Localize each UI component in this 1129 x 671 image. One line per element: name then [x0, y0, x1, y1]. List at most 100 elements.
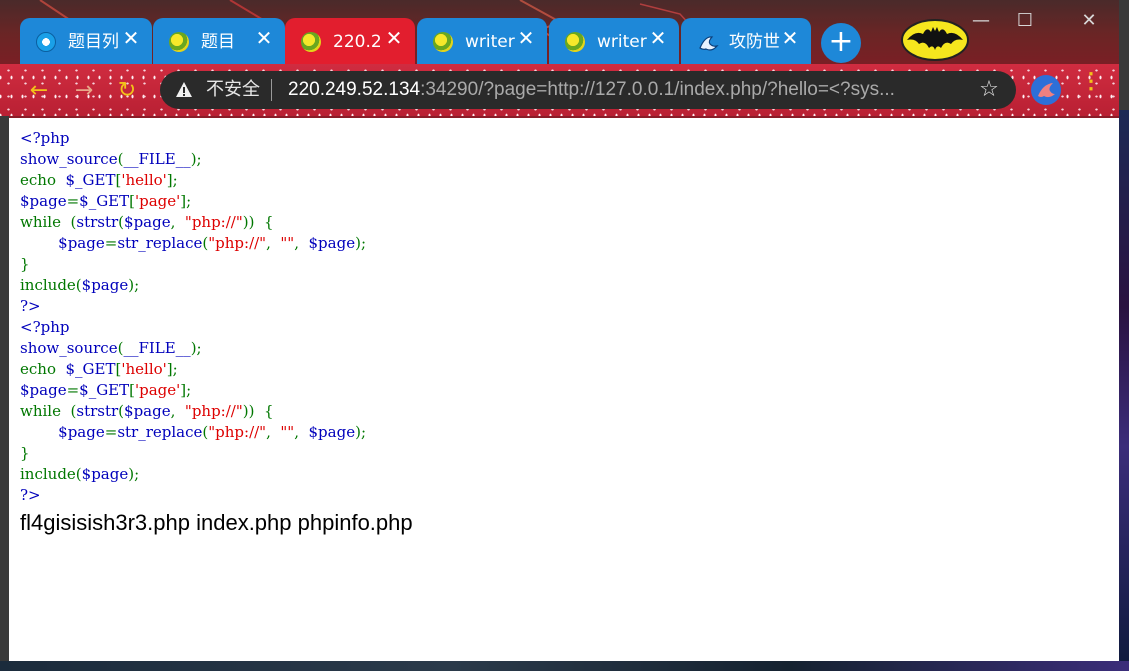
- close-icon[interactable]: ✕: [779, 28, 801, 50]
- code-token: ];: [166, 171, 178, 189]
- code-line: echo $_GET['hello'];: [20, 170, 366, 191]
- code-line: $page=str_replace("php://", "", $page);: [20, 422, 366, 443]
- close-icon[interactable]: ✕: [383, 28, 405, 50]
- code-line: ?>: [20, 485, 366, 506]
- tab-1[interactable]: 题目 ✕: [153, 18, 285, 64]
- code-token: $page: [124, 213, 171, 231]
- code-token: $page: [58, 234, 105, 252]
- code-token: );: [190, 339, 202, 357]
- close-window-button[interactable]: ✕: [1074, 8, 1104, 34]
- page-content: <?php show_source(__FILE__); echo $_GET['h…: [9, 116, 1119, 661]
- code-token: __FILE__: [123, 339, 191, 357]
- code-token: }: [20, 255, 30, 273]
- php-source-code: <?php show_source(__FILE__); echo $_GET['h…: [20, 128, 366, 506]
- code-token: $page: [81, 465, 129, 483]
- back-arrow-icon[interactable]: ←: [26, 78, 52, 104]
- code-line: }: [20, 254, 366, 275]
- code-line: show_source(__FILE__);: [20, 338, 366, 359]
- code-token: str_replace: [117, 423, 203, 441]
- code-token: );: [355, 423, 366, 441]
- address-bar[interactable]: 不安全 220.249.52.134:34290/?page=http://12…: [160, 71, 1016, 109]
- minimize-button[interactable]: —: [966, 8, 996, 34]
- browser-toolbar: ← → ↻ 不安全 220.249.52.134:34290/?page=htt…: [0, 64, 1119, 116]
- code-token: ,: [266, 234, 281, 252]
- bookmark-star-icon[interactable]: ☆: [978, 79, 1000, 101]
- tab-title: writer: [465, 32, 515, 52]
- url-path: :34290/?page=http://127.0.0.1/index.php/…: [420, 80, 895, 100]
- batman-logo-icon: [901, 19, 969, 61]
- tab-title: 题目列: [68, 32, 119, 52]
- code-token: 'hello': [121, 360, 167, 378]
- url-text[interactable]: 220.249.52.134:34290/?page=http://127.0.…: [288, 80, 964, 100]
- close-icon[interactable]: ✕: [120, 28, 142, 50]
- tab-strip: 题目列 ✕ 题目 ✕ 220.2 ✕ writer ✕ writer ✕ 攻防世…: [0, 0, 1119, 64]
- tab-title: writer: [597, 32, 647, 52]
- code-token: $_GET: [65, 360, 116, 378]
- forward-arrow-icon[interactable]: →: [71, 78, 97, 104]
- new-tab-button[interactable]: +: [821, 23, 861, 63]
- code-token: show_source: [20, 339, 118, 357]
- code-line: <?php: [20, 128, 366, 149]
- close-icon[interactable]: ✕: [647, 28, 669, 50]
- code-token: "php://": [208, 234, 267, 252]
- code-token: =: [66, 381, 80, 399]
- desktop-wallpaper-right: [1119, 110, 1129, 671]
- code-token: );: [355, 234, 366, 252]
- code-token: show_source: [20, 150, 118, 168]
- maximize-button[interactable]: ☐: [1010, 8, 1040, 34]
- security-label[interactable]: 不安全: [206, 80, 260, 100]
- extension-bird-icon[interactable]: [1031, 75, 1061, 105]
- code-token: $_GET: [79, 381, 130, 399]
- code-token: while (: [20, 213, 77, 231]
- code-line: $page=$_GET['page'];: [20, 380, 366, 401]
- code-token: ,: [294, 234, 309, 252]
- code-token: 'page': [135, 381, 181, 399]
- code-token: $page: [58, 423, 105, 441]
- blue-circle-icon: [36, 32, 56, 52]
- code-token: ?>: [20, 486, 41, 504]
- code-token: $page: [81, 276, 129, 294]
- code-token: include: [20, 276, 76, 294]
- code-token: ?>: [20, 297, 41, 315]
- close-icon[interactable]: ✕: [253, 28, 275, 50]
- code-token: ,: [170, 213, 185, 231]
- code-token: ,: [170, 402, 185, 420]
- globe-icon: [565, 32, 585, 52]
- code-token: "php://": [184, 402, 243, 420]
- menu-dots-icon[interactable]: ⋮: [1080, 70, 1102, 104]
- url-host: 220.249.52.134: [288, 80, 421, 100]
- code-line: show_source(__FILE__);: [20, 149, 366, 170]
- code-token: =: [104, 423, 118, 441]
- code-token: echo: [20, 360, 66, 378]
- code-token: $page: [20, 381, 67, 399]
- close-icon[interactable]: ✕: [515, 28, 537, 50]
- code-token: __FILE__: [123, 150, 191, 168]
- tab-4[interactable]: writer ✕: [549, 18, 679, 64]
- code-line: include($page);: [20, 464, 366, 485]
- code-token: $page: [308, 234, 356, 252]
- code-token: strstr: [76, 402, 119, 420]
- tab-3[interactable]: writer ✕: [417, 18, 547, 64]
- code-token: str_replace: [117, 234, 203, 252]
- code-token: ,: [294, 423, 309, 441]
- tab-2-active[interactable]: 220.2 ✕: [285, 18, 415, 64]
- reload-icon[interactable]: ↻: [114, 78, 140, 104]
- code-token: "php://": [208, 423, 267, 441]
- code-token: 'page': [135, 192, 181, 210]
- globe-icon: [433, 32, 453, 52]
- code-token: while (: [20, 402, 77, 420]
- code-token: <?php: [20, 318, 70, 336]
- code-line: <?php: [20, 317, 366, 338]
- bird-logo-icon: [697, 32, 719, 52]
- tab-0[interactable]: 题目列 ✕: [20, 18, 152, 64]
- tab-5[interactable]: 攻防世 ✕: [681, 18, 811, 64]
- code-line: ?>: [20, 296, 366, 317]
- globe-icon: [301, 32, 321, 52]
- separator: [271, 79, 272, 101]
- globe-icon: [169, 32, 189, 52]
- file-listing: fl4gisisish3r3.php index.php phpinfo.php: [20, 510, 413, 535]
- code-token: "": [280, 423, 295, 441]
- code-token: )) {: [242, 213, 274, 231]
